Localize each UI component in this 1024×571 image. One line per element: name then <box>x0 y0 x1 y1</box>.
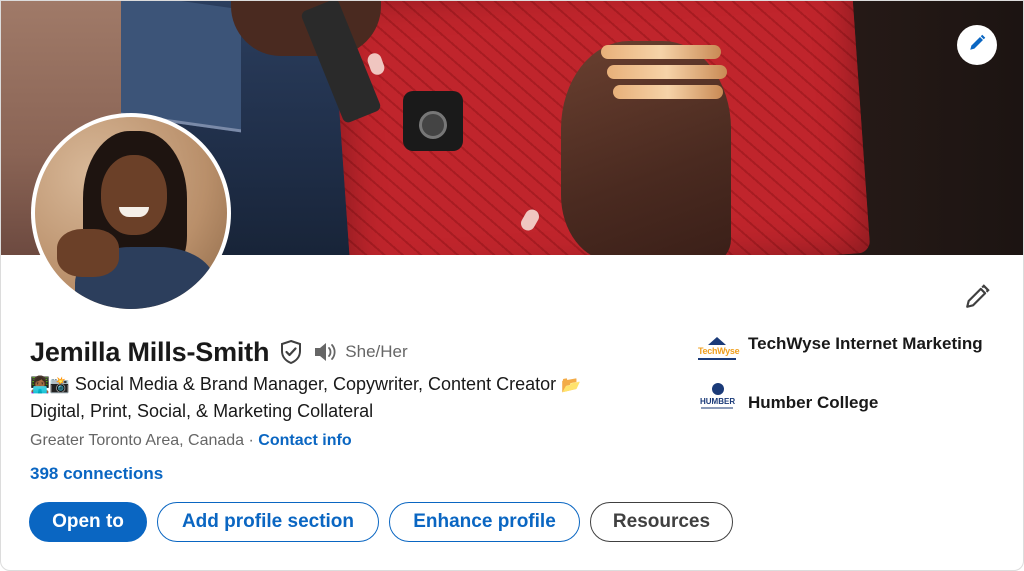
avatar-photo <box>35 117 227 309</box>
edit-cover-button[interactable] <box>957 25 997 65</box>
headline-text: Social Media & Brand Manager, Copywriter… <box>74 374 557 394</box>
contact-info-link[interactable]: Contact info <box>258 432 351 449</box>
logo-underline <box>698 358 736 360</box>
headline-emoji: 👩🏾‍💻📸 <box>30 375 70 394</box>
banner-bracelet <box>601 45 721 59</box>
logo-text: TechWyse <box>698 346 740 356</box>
pencil-icon <box>968 34 986 57</box>
org-humber[interactable]: HUMBER Humber College <box>698 383 998 421</box>
headline: 👩🏾‍💻📸 Social Media & Brand Manager, Copy… <box>30 371 670 424</box>
enhance-profile-button[interactable]: Enhance profile <box>389 502 580 542</box>
logo-roof <box>708 337 726 345</box>
speaker-icon[interactable] <box>313 341 339 363</box>
logo-underline <box>701 407 733 409</box>
separator: · <box>248 432 254 449</box>
resources-button[interactable]: Resources <box>590 502 733 542</box>
pronouns: She/Her <box>345 342 408 361</box>
name-row: Jemilla Mills-Smith She/Her <box>30 334 408 370</box>
logo-badge <box>712 383 724 395</box>
location-row: Greater Toronto Area, Canada · Contact i… <box>30 432 352 450</box>
connections-link[interactable]: 398 connections <box>30 464 163 484</box>
org-techwyse[interactable]: TechWyse TechWyse Internet Marketing <box>698 333 998 371</box>
avatar[interactable] <box>31 113 231 313</box>
banner-bracelet <box>607 65 727 79</box>
avatar-hand <box>57 229 119 277</box>
headline-line2: Digital, Print, Social, & Marketing Coll… <box>30 401 374 421</box>
org-name: Humber College <box>748 393 879 412</box>
shield-check-icon[interactable] <box>279 339 303 365</box>
banner-bracelet <box>613 85 723 99</box>
add-profile-section-button[interactable]: Add profile section <box>157 502 379 542</box>
profile-card: Jemilla Mills-Smith She/Her 👩🏾‍💻📸 Social… <box>0 0 1024 571</box>
pencil-icon <box>964 283 990 315</box>
avatar-face <box>101 155 167 235</box>
techwyse-logo: TechWyse <box>698 333 740 371</box>
organizations: TechWyse TechWyse Internet Marketing HUM… <box>698 333 998 433</box>
profile-name: Jemilla Mills-Smith <box>30 336 270 367</box>
humber-logo: HUMBER <box>698 383 736 421</box>
banner-gimbal-lens <box>419 111 447 139</box>
org-name: TechWyse Internet Marketing <box>748 334 983 353</box>
location: Greater Toronto Area, Canada <box>30 432 245 449</box>
action-buttons: Open to Add profile section Enhance prof… <box>29 502 733 542</box>
folder-emoji: 📂 <box>561 375 582 394</box>
logo-text: HUMBER <box>700 397 736 406</box>
edit-intro-button[interactable] <box>963 283 991 315</box>
open-to-button[interactable]: Open to <box>29 502 147 542</box>
